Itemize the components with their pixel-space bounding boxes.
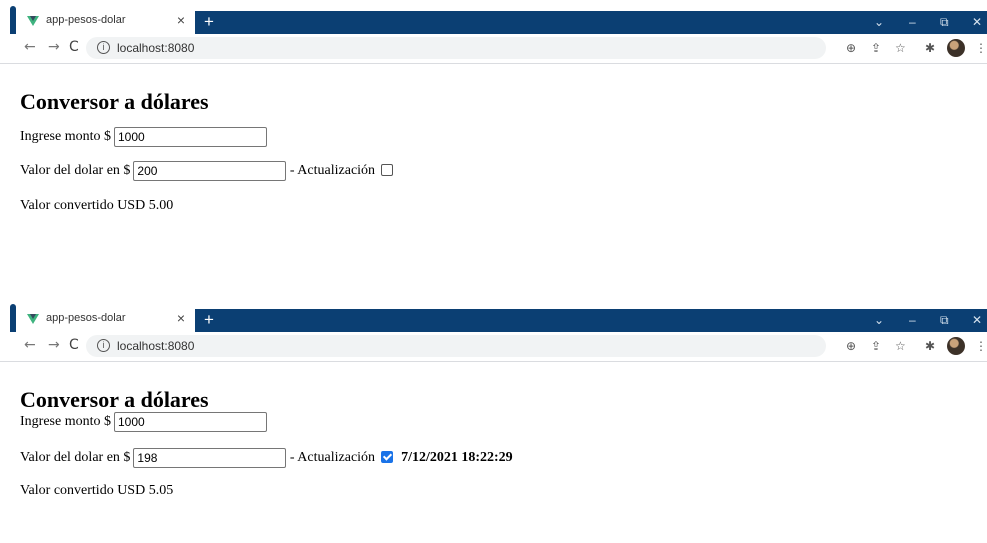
amount-row: Ingrese monto $ bbox=[20, 127, 267, 147]
kebab-menu-icon[interactable]: ⋮ bbox=[975, 339, 987, 353]
profile-avatar[interactable] bbox=[947, 337, 965, 355]
extensions-puzzle-icon[interactable]: ✱ bbox=[925, 41, 935, 55]
share-icon[interactable]: ⇪ bbox=[871, 339, 881, 353]
tab-strip-band bbox=[195, 11, 987, 34]
address-bar[interactable]: i localhost:8080 bbox=[86, 335, 826, 357]
close-window-icon[interactable]: ✕ bbox=[972, 311, 982, 329]
new-tab-button[interactable]: + bbox=[204, 311, 214, 329]
forward-arrow-icon[interactable]: → bbox=[48, 337, 60, 353]
browser-tab[interactable]: app-pesos-dolar × bbox=[17, 307, 195, 332]
bookmark-star-icon[interactable]: ☆ bbox=[895, 339, 906, 353]
tab-title: app-pesos-dolar bbox=[46, 312, 126, 324]
tab-search-icon[interactable]: ⌄ bbox=[874, 13, 884, 31]
share-icon[interactable]: ⇪ bbox=[871, 41, 881, 55]
restore-icon[interactable]: ⧉ bbox=[940, 13, 949, 31]
back-arrow-icon[interactable]: ← bbox=[24, 39, 36, 55]
amount-row: Ingrese monto $ bbox=[20, 412, 267, 432]
update-label: - Actualización bbox=[289, 450, 376, 466]
browser-tab[interactable]: app-pesos-dolar × bbox=[17, 9, 195, 34]
info-icon[interactable]: i bbox=[97, 41, 110, 54]
rate-row: Valor del dolar en $ - Actualización 7/12… bbox=[20, 448, 513, 468]
page-title: Conversor a dólares bbox=[20, 387, 209, 412]
restore-icon[interactable]: ⧉ bbox=[940, 311, 949, 329]
tab-strip: app-pesos-dolar × + ⌄ – ⧉ ✕ bbox=[0, 298, 987, 332]
tab-strip-band bbox=[195, 309, 987, 332]
close-window-icon[interactable]: ✕ bbox=[972, 13, 982, 31]
amount-input[interactable] bbox=[113, 127, 267, 147]
bookmark-star-icon[interactable]: ☆ bbox=[895, 41, 906, 55]
minimize-icon[interactable]: – bbox=[909, 13, 916, 31]
tab-close-icon[interactable]: × bbox=[177, 310, 185, 326]
rate-input[interactable] bbox=[133, 448, 287, 468]
vue-logo-inner-icon bbox=[30, 314, 36, 319]
tab-edge bbox=[10, 304, 16, 332]
browser-toolbar: ← → C i localhost:8080 ⊕ ⇪ ☆ ✱ ⋮ bbox=[0, 34, 987, 64]
forward-arrow-icon[interactable]: → bbox=[48, 39, 60, 55]
update-checkbox[interactable] bbox=[381, 164, 394, 176]
screenshot-before: app-pesos-dolar × + ⌄ – ⧉ ✕ ← → C i loca… bbox=[0, 0, 987, 245]
screenshot-after: app-pesos-dolar × + ⌄ – ⧉ ✕ ← → C i loca… bbox=[0, 298, 987, 543]
new-tab-button[interactable]: + bbox=[204, 13, 214, 31]
page-title: Conversor a dólares bbox=[20, 89, 209, 114]
tab-close-icon[interactable]: × bbox=[177, 12, 185, 28]
vue-logo-inner-icon bbox=[30, 16, 36, 21]
profile-avatar[interactable] bbox=[947, 39, 965, 57]
minimize-icon[interactable]: – bbox=[909, 311, 916, 329]
kebab-menu-icon[interactable]: ⋮ bbox=[975, 41, 987, 55]
browser-toolbar: ← → C i localhost:8080 ⊕ ⇪ ☆ ✱ ⋮ bbox=[0, 332, 987, 362]
back-arrow-icon[interactable]: ← bbox=[24, 337, 36, 353]
rate-label: Valor del dolar en $ bbox=[20, 450, 131, 466]
address-bar[interactable]: i localhost:8080 bbox=[86, 37, 826, 59]
result-text: Valor convertido USD 5.00 bbox=[20, 198, 174, 213]
zoom-icon[interactable]: ⊕ bbox=[846, 339, 856, 353]
tab-search-icon[interactable]: ⌄ bbox=[874, 311, 884, 329]
zoom-icon[interactable]: ⊕ bbox=[846, 41, 856, 55]
tab-edge bbox=[10, 6, 16, 34]
amount-label: Ingrese monto $ bbox=[20, 414, 111, 430]
tab-strip: app-pesos-dolar × + ⌄ – ⧉ ✕ bbox=[0, 0, 987, 34]
rate-row: Valor del dolar en $ - Actualización bbox=[20, 161, 401, 181]
update-label: - Actualización bbox=[289, 163, 376, 179]
url-text[interactable]: localhost:8080 bbox=[117, 339, 194, 353]
reload-icon[interactable]: C bbox=[69, 337, 79, 353]
reload-icon[interactable]: C bbox=[69, 39, 79, 55]
url-text[interactable]: localhost:8080 bbox=[117, 41, 194, 55]
info-icon[interactable]: i bbox=[97, 339, 110, 352]
amount-input[interactable] bbox=[113, 412, 267, 432]
amount-label: Ingrese monto $ bbox=[20, 129, 111, 145]
extensions-puzzle-icon[interactable]: ✱ bbox=[925, 339, 935, 353]
update-timestamp: 7/12/2021 18:22:29 bbox=[401, 450, 513, 466]
tab-title: app-pesos-dolar bbox=[46, 14, 126, 26]
rate-label: Valor del dolar en $ bbox=[20, 163, 131, 179]
update-checkbox[interactable] bbox=[381, 451, 394, 463]
rate-input[interactable] bbox=[133, 161, 287, 181]
